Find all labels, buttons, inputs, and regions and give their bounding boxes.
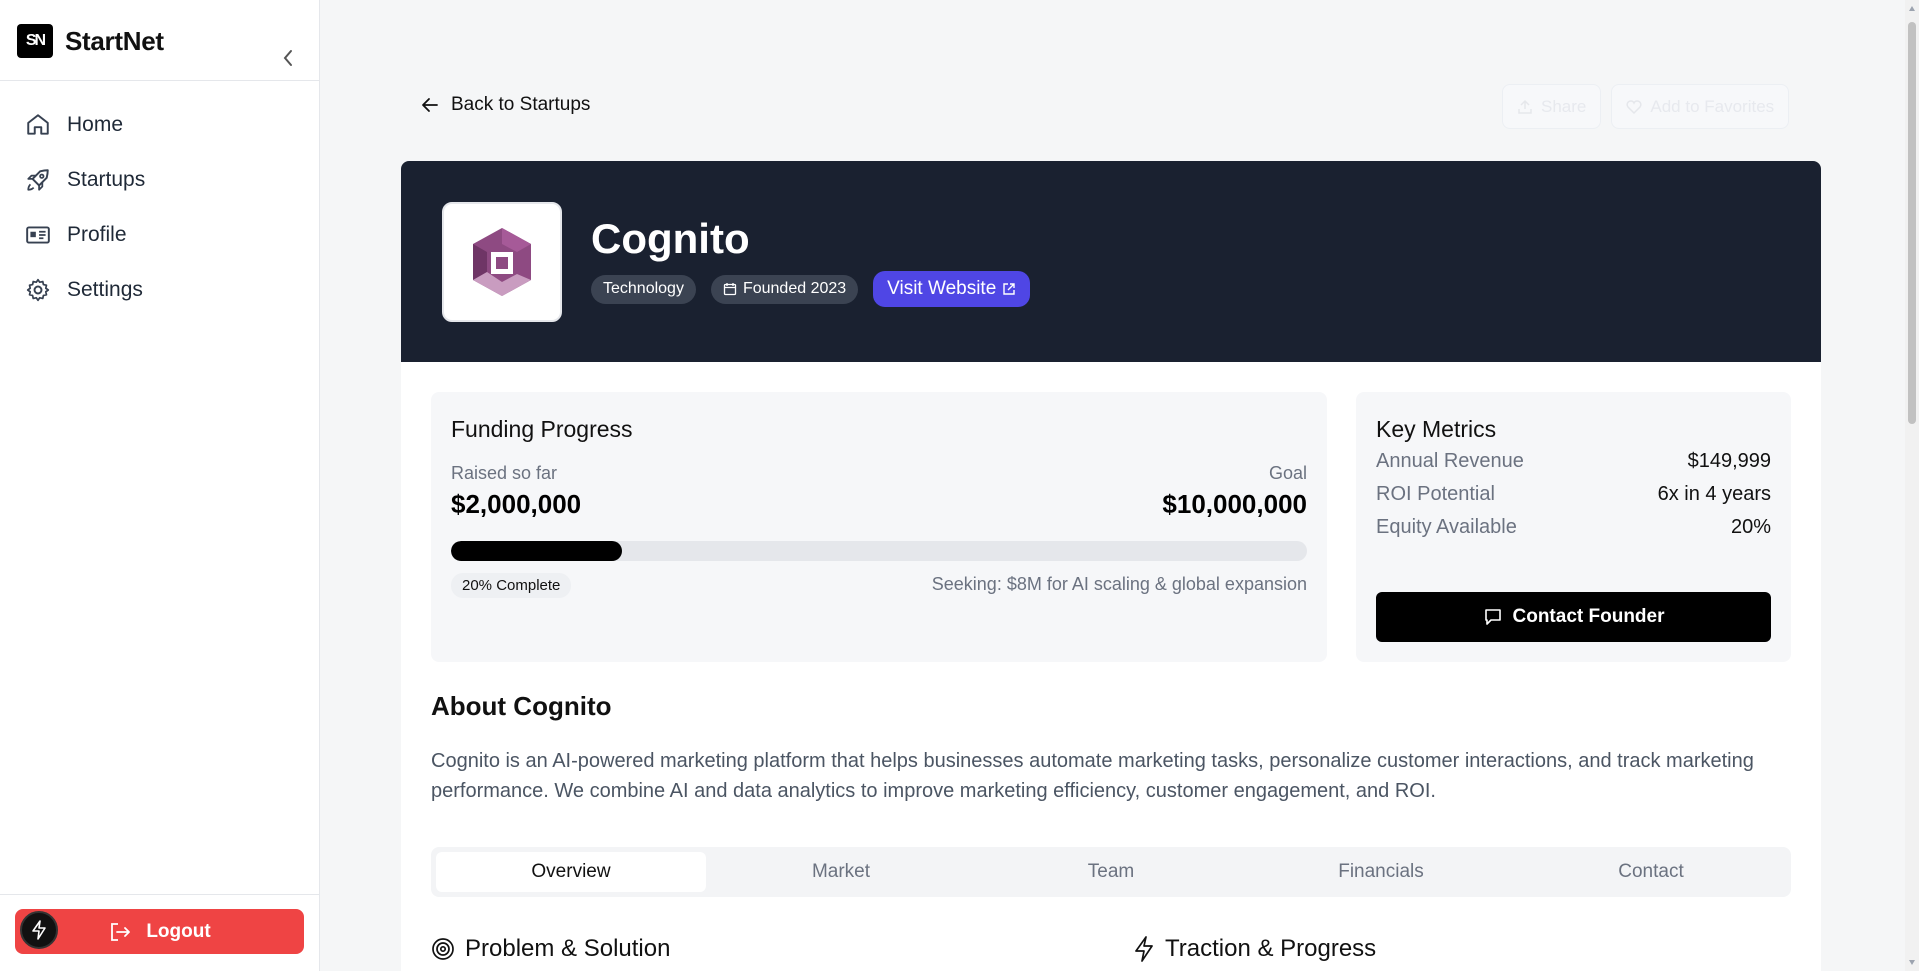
lightning-icon — [1135, 936, 1153, 962]
logout-label: Logout — [146, 920, 211, 942]
home-icon — [27, 113, 49, 135]
gear-icon — [26, 278, 50, 301]
sidebar: SN StartNet Home Startups Profile Settin… — [0, 0, 320, 971]
sidebar-nav: Home Startups Profile Settings — [0, 81, 319, 317]
traction-heading: Traction & Progress — [1133, 935, 1376, 963]
sidebar-item-label: Profile — [67, 222, 127, 246]
metric-value: 20% — [1730, 516, 1771, 538]
contact-founder-button[interactable]: Contact Founder — [1376, 592, 1771, 642]
brand-logo: SN — [17, 24, 53, 58]
metric-row: Annual Revenue $149,999 — [1376, 450, 1771, 473]
sidebar-item-home[interactable]: Home — [0, 97, 319, 152]
share-label: Share — [1541, 96, 1587, 116]
heart-icon — [1626, 99, 1642, 114]
external-link-icon — [1003, 283, 1015, 295]
sidebar-item-label: Settings — [67, 277, 143, 301]
goal-value: $10,000,000 — [1162, 489, 1307, 519]
founded-badge: Founded 2023 — [710, 274, 859, 304]
startup-tags: Technology Founded 2023 Visit Website — [591, 271, 1031, 307]
detail-tabs: Overview Market Team Financials Contact — [431, 847, 1791, 897]
startup-name: Cognito — [591, 215, 750, 262]
sidebar-item-settings[interactable]: Settings — [0, 262, 319, 317]
funding-progress-bar — [451, 541, 1307, 561]
chevron-left-icon — [283, 50, 292, 66]
back-label: Back to Startups — [451, 94, 591, 115]
traction-heading-label: Traction & Progress — [1165, 935, 1377, 962]
tab-market[interactable]: Market — [706, 852, 976, 892]
chat-icon — [1484, 609, 1501, 625]
collapse-sidebar-button[interactable] — [278, 48, 298, 68]
cognito-logo-icon — [473, 228, 531, 296]
metrics-title: Key Metrics — [1376, 416, 1497, 442]
startup-logo — [442, 202, 562, 322]
share-button[interactable]: Share — [1502, 84, 1602, 129]
sidebar-item-startups[interactable]: Startups — [0, 152, 319, 207]
tab-overview[interactable]: Overview — [436, 852, 706, 892]
metric-key: Equity Available — [1376, 516, 1517, 538]
sidebar-item-label: Home — [67, 112, 124, 136]
founded-label: Founded 2023 — [742, 280, 847, 297]
tab-team[interactable]: Team — [976, 852, 1246, 892]
back-to-startups-link[interactable]: Back to Startups — [421, 94, 590, 116]
sidebar-header: SN StartNet — [0, 0, 319, 81]
calendar-icon — [723, 283, 737, 296]
arrow-left-icon — [422, 98, 438, 112]
quick-action-button[interactable] — [20, 911, 58, 949]
sidebar-item-profile[interactable]: Profile — [0, 207, 319, 262]
page-scrollbar[interactable] — [1905, 0, 1919, 971]
funding-title: Funding Progress — [451, 416, 633, 442]
category-badge: Technology — [591, 274, 696, 304]
key-metrics-panel: Key Metrics Annual Revenue $149,999 ROI … — [1356, 392, 1791, 662]
favorite-label: Add to Favorites — [1650, 96, 1775, 116]
funding-progress-fill — [451, 541, 623, 561]
tab-financials[interactable]: Financials — [1246, 852, 1516, 892]
scrollbar-thumb[interactable] — [1908, 22, 1916, 424]
brand-name: StartNet — [65, 25, 164, 56]
logout-icon — [111, 922, 131, 941]
id-card-icon — [26, 225, 50, 244]
startup-card: Cognito Technology Founded 2023 Visit We… — [401, 161, 1821, 971]
startup-hero: Cognito Technology Founded 2023 Visit We… — [401, 161, 1821, 362]
metric-value: 6x in 4 years — [1657, 483, 1771, 505]
lightning-icon — [32, 920, 46, 940]
raised-value: $2,000,000 — [451, 489, 582, 519]
tab-contact[interactable]: Contact — [1516, 852, 1786, 892]
sidebar-footer: Logout — [0, 894, 320, 971]
scroll-up-arrow-icon[interactable] — [1908, 4, 1916, 14]
target-icon — [432, 938, 454, 960]
metric-key: Annual Revenue — [1376, 450, 1524, 472]
brand[interactable]: SN StartNet — [17, 24, 164, 58]
scroll-down-arrow-icon[interactable] — [1908, 957, 1916, 967]
raised-label: Raised so far — [451, 463, 558, 483]
top-actions: Share Add to Favorites — [1502, 84, 1790, 129]
share-icon — [1518, 99, 1532, 114]
funding-progress-panel: Funding Progress Raised so far $2,000,00… — [431, 392, 1327, 662]
goal-label: Goal — [1268, 463, 1307, 483]
visit-website-button[interactable]: Visit Website — [873, 271, 1031, 307]
about-title: About Cognito — [431, 691, 612, 721]
metric-value: $149,999 — [1687, 450, 1771, 472]
problem-heading-label: Problem & Solution — [465, 935, 671, 962]
progress-percent-badge: 20% Complete — [451, 573, 572, 598]
main-content: Back to Startups Share Add to Favorites — [320, 0, 1919, 971]
contact-label: Contact Founder — [1512, 606, 1665, 627]
metric-row: Equity Available 20% — [1376, 516, 1771, 539]
about-description: Cognito is an AI-powered marketing platf… — [431, 750, 1754, 802]
logout-button[interactable]: Logout — [15, 909, 304, 954]
seeking-text: Seeking: $8M for AI scaling & global exp… — [931, 574, 1307, 594]
add-to-favorites-button[interactable]: Add to Favorites — [1611, 84, 1790, 129]
metric-key: ROI Potential — [1376, 483, 1495, 505]
problem-solution-heading: Problem & Solution — [431, 935, 670, 963]
rocket-icon — [27, 168, 49, 191]
visit-label: Visit Website — [887, 278, 997, 299]
metric-row: ROI Potential 6x in 4 years — [1376, 483, 1771, 506]
category-label: Technology — [603, 280, 684, 297]
sidebar-item-label: Startups — [67, 167, 146, 191]
